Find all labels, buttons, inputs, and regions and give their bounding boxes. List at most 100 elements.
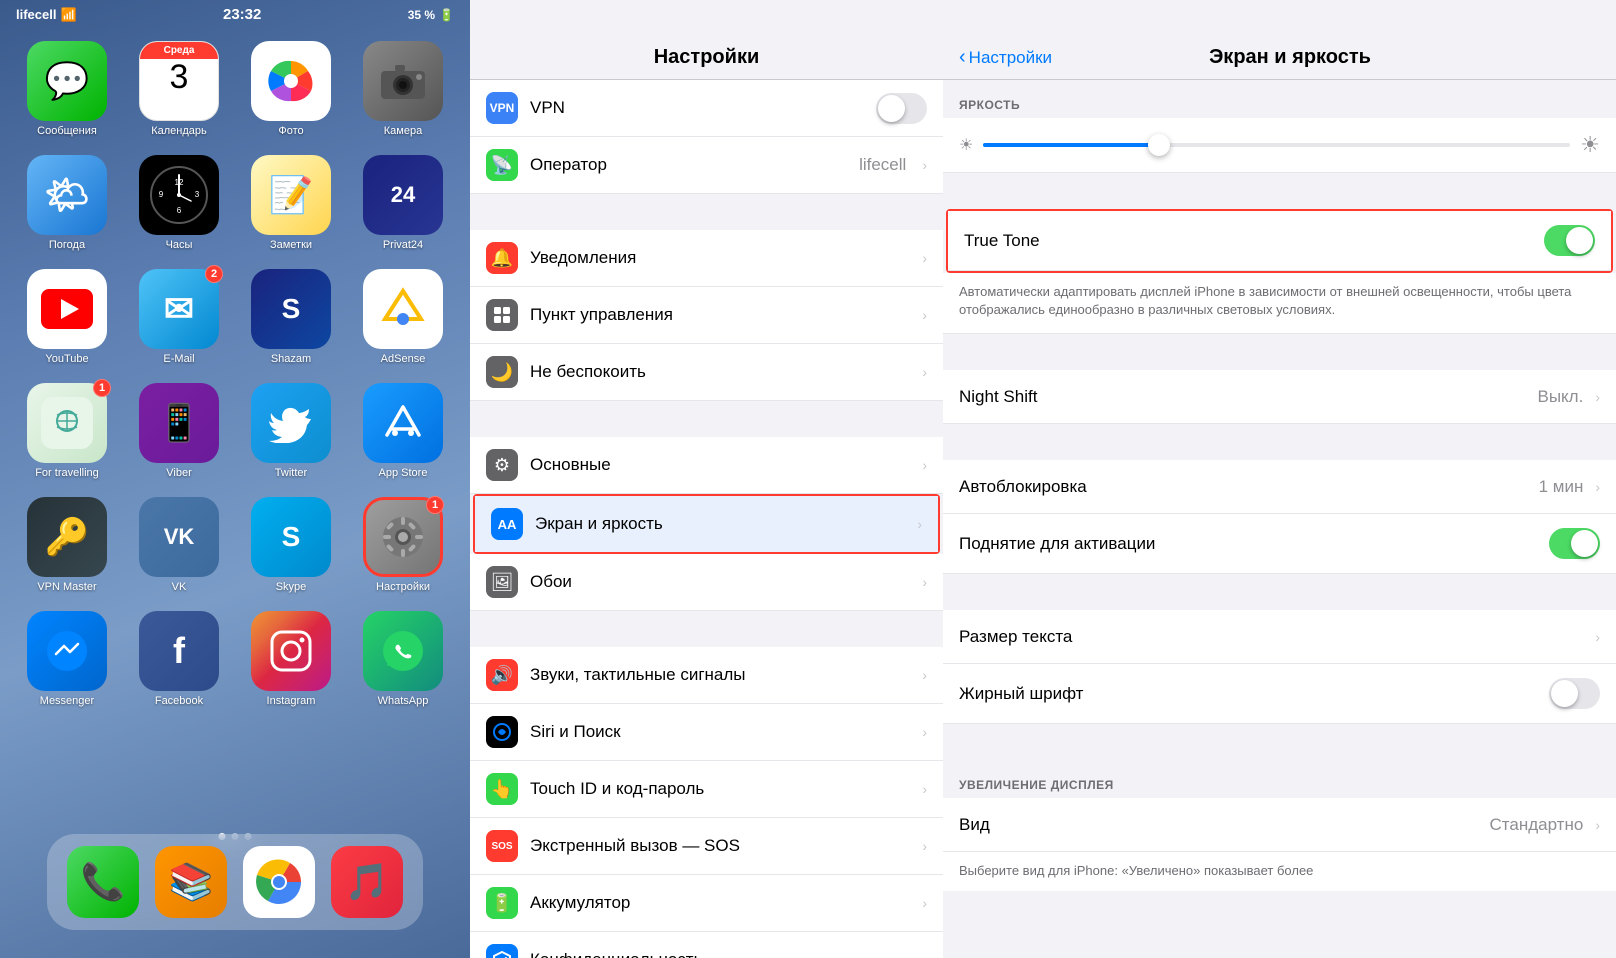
back-button[interactable]: ‹ Настройки xyxy=(959,46,1052,69)
settings-screen: Настройки VPN VPN 📡 Оператор lifecell › … xyxy=(470,0,943,958)
notifications-label: Уведомления xyxy=(530,248,906,268)
app-messenger[interactable]: Messenger xyxy=(16,611,118,707)
display-sep-4 xyxy=(943,574,1616,610)
settings-sounds[interactable]: 🔊 Звуки, тактильные сигналы › xyxy=(470,647,943,704)
raise-to-wake-toggle[interactable] xyxy=(1549,528,1600,559)
sos-label: Экстренный вызов — SOS xyxy=(530,836,906,856)
settings-touchid[interactable]: 👆 Touch ID и код-пароль › xyxy=(470,761,943,818)
dock-chrome[interactable] xyxy=(243,846,315,918)
app-whatsapp[interactable]: WhatsApp xyxy=(352,611,454,707)
settings-nav-bar: Настройки xyxy=(470,0,943,80)
brightness-high-icon: ☀ xyxy=(1580,132,1600,158)
app-photos[interactable]: Фото xyxy=(240,41,342,137)
bold-text-toggle[interactable] xyxy=(1549,678,1600,709)
settings-list: VPN VPN 📡 Оператор lifecell › 🔔 Уведомле… xyxy=(470,80,943,958)
touchid-label: Touch ID и код-пароль xyxy=(530,779,906,799)
app-viber[interactable]: 📱 Viber xyxy=(128,383,230,479)
sos-chevron: › xyxy=(922,838,927,854)
settings-notifications[interactable]: 🔔 Уведомления › xyxy=(470,230,943,287)
dock-music[interactable]: 🎵 xyxy=(331,846,403,918)
true-tone-toggle[interactable] xyxy=(1544,225,1595,256)
home-screen: lifecell 📶 23:32 35 % 🔋 💬 Сообщения Сред… xyxy=(0,0,470,958)
text-size-cell[interactable]: Размер текста › xyxy=(943,610,1616,664)
battery-icon: 🔋 xyxy=(439,8,454,22)
brightness-slider[interactable] xyxy=(983,143,1570,147)
app-skype[interactable]: S Skype xyxy=(240,497,342,593)
settings-wallpaper[interactable]: 🖼 Обои › xyxy=(470,554,943,611)
battery-icon: 🔋 xyxy=(486,887,518,919)
display-icon: AA xyxy=(491,508,523,540)
app-facebook[interactable]: f Facebook xyxy=(128,611,230,707)
settings-dnd[interactable]: 🌙 Не беспокоить › xyxy=(470,344,943,401)
battery-chevron: › xyxy=(922,895,927,911)
app-adsense[interactable]: AdSense xyxy=(352,269,454,365)
app-shazam[interactable]: S Shazam xyxy=(240,269,342,365)
status-bar-right: 35 % 🔋 xyxy=(408,8,454,22)
settings-siri[interactable]: Siri и Поиск › xyxy=(470,704,943,761)
privacy-icon xyxy=(486,944,518,958)
night-shift-cell[interactable]: Night Shift Выкл. › xyxy=(943,370,1616,424)
control-label: Пункт управления xyxy=(530,305,906,325)
notifications-chevron: › xyxy=(922,250,927,266)
sos-icon: SOS xyxy=(486,830,518,862)
settings-general[interactable]: ⚙ Основные › xyxy=(470,437,943,494)
status-bar-home: lifecell 📶 23:32 35 % 🔋 xyxy=(0,0,470,27)
brightness-fill xyxy=(983,143,1159,147)
raise-to-wake-label: Поднятие для активации xyxy=(959,534,1541,554)
carrier-icon: 📡 xyxy=(486,149,518,181)
true-tone-cell[interactable]: True Tone xyxy=(948,211,1611,271)
app-privat24[interactable]: 24 Privat24 xyxy=(352,155,454,251)
view-chevron: › xyxy=(1595,817,1600,833)
display-chevron: › xyxy=(917,516,922,532)
battery-label: Аккумулятор xyxy=(530,893,906,913)
app-email[interactable]: ✉ 2 E-Mail xyxy=(128,269,230,365)
app-vpnmaster[interactable]: 🔑 VPN Master xyxy=(16,497,118,593)
autolock-cell[interactable]: Автоблокировка 1 мин › xyxy=(943,460,1616,514)
wallpaper-icon: 🖼 xyxy=(486,566,518,598)
app-messages[interactable]: 💬 Сообщения xyxy=(16,41,118,137)
bold-text-cell[interactable]: Жирный шрифт xyxy=(943,664,1616,724)
settings-carrier[interactable]: 📡 Оператор lifecell › xyxy=(470,137,943,194)
app-youtube[interactable]: YouTube xyxy=(16,269,118,365)
settings-title: Настройки xyxy=(486,46,927,69)
settings-display[interactable]: AA Экран и яркость › xyxy=(475,496,938,552)
app-camera[interactable]: Камера xyxy=(352,41,454,137)
app-instagram[interactable]: Instagram xyxy=(240,611,342,707)
dock-books[interactable]: 📚 xyxy=(155,846,227,918)
app-settings[interactable]: 1 Настройки xyxy=(352,497,454,593)
app-calendar[interactable]: Среда 3 Календарь xyxy=(128,41,230,137)
app-weather[interactable]: 🌤 Погода xyxy=(16,155,118,251)
app-travel[interactable]: 1 For travelling xyxy=(16,383,118,479)
true-tone-highlight-box: True Tone xyxy=(946,209,1613,273)
app-twitter[interactable]: Twitter xyxy=(240,383,342,479)
app-grid: 💬 Сообщения Среда 3 Календарь xyxy=(0,27,470,721)
settings-sos[interactable]: SOS Экстренный вызов — SOS › xyxy=(470,818,943,875)
app-notes[interactable]: 📝 Заметки xyxy=(240,155,342,251)
app-vk[interactable]: VK VK xyxy=(128,497,230,593)
vpn-toggle[interactable] xyxy=(876,93,927,124)
display-zoom-header: УВЕЛИЧЕНИЕ ДИСПЛЕЯ xyxy=(943,760,1616,798)
svg-text:12: 12 xyxy=(175,178,184,187)
settings-vpn[interactable]: VPN VPN xyxy=(470,80,943,137)
time-label: 23:32 xyxy=(223,6,261,23)
app-clock[interactable]: 12 3 6 9 Часы xyxy=(128,155,230,251)
night-shift-chevron: › xyxy=(1595,389,1600,405)
view-cell[interactable]: Вид Стандартно › xyxy=(943,798,1616,852)
display-screen: ‹ Настройки Экран и яркость ЯРКОСТЬ ☀ ☀ … xyxy=(943,0,1616,958)
text-size-chevron: › xyxy=(1595,629,1600,645)
dock-phone[interactable]: 📞 xyxy=(67,846,139,918)
settings-battery[interactable]: 🔋 Аккумулятор › xyxy=(470,875,943,932)
settings-control[interactable]: Пункт управления › xyxy=(470,287,943,344)
raise-to-wake-cell[interactable]: Поднятие для активации xyxy=(943,514,1616,574)
carrier-value: lifecell xyxy=(859,155,906,175)
view-label: Вид xyxy=(959,815,1482,835)
display-page-title: Экран и яркость xyxy=(1060,46,1520,69)
svg-text:6: 6 xyxy=(177,206,182,215)
svg-text:9: 9 xyxy=(159,190,164,199)
separator-1 xyxy=(470,194,943,230)
brightness-section-header: ЯРКОСТЬ xyxy=(943,80,1616,118)
display-sep-3 xyxy=(943,424,1616,460)
settings-privacy[interactable]: Конфиденциальность › xyxy=(470,932,943,958)
app-appstore[interactable]: App Store xyxy=(352,383,454,479)
true-tone-description: Автоматически адаптировать дисплей iPhon… xyxy=(943,273,1616,334)
